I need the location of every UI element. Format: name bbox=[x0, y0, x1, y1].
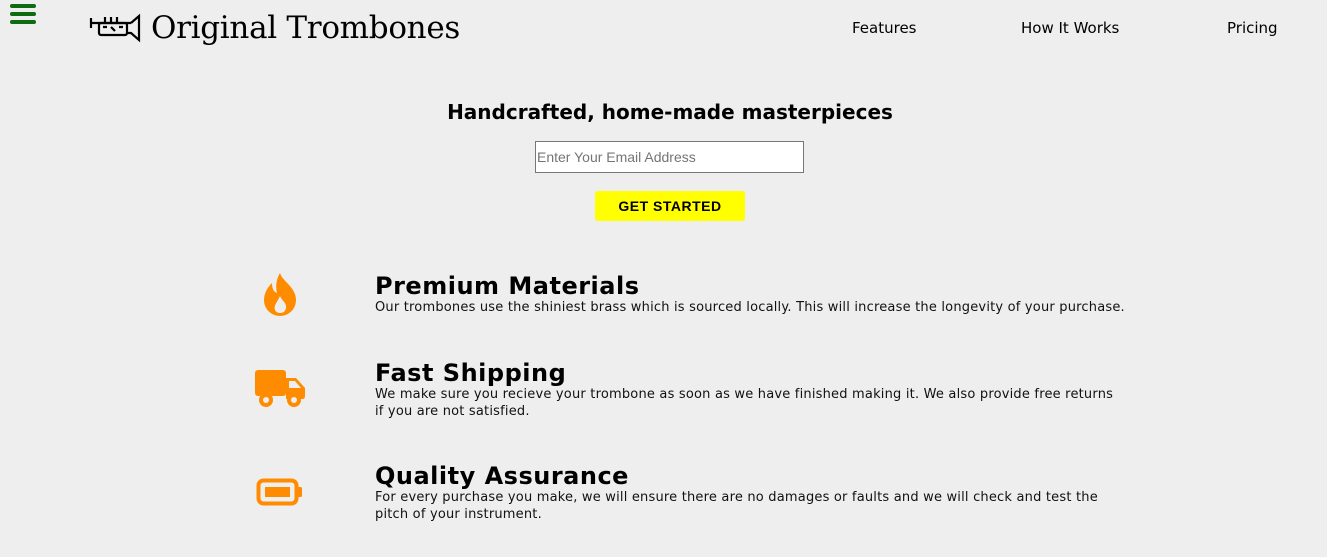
feature-description: For every purchase you make, we will ens… bbox=[375, 490, 1098, 522]
feature-description: We make sure you recieve your trombone a… bbox=[375, 387, 1114, 419]
nav-link-features[interactable]: Features bbox=[852, 19, 917, 37]
hero-title: Handcrafted, home-made masterpieces bbox=[447, 100, 893, 124]
feature-title: Premium Materials bbox=[375, 272, 640, 300]
flame-icon bbox=[250, 269, 310, 319]
page: Original Trombones Features How It Works… bbox=[0, 0, 1327, 557]
feature-title: Quality Assurance bbox=[375, 462, 629, 490]
feature-description: Our trombones use the shiniest brass whi… bbox=[375, 300, 1125, 315]
get-started-button[interactable]: GET STARTED bbox=[595, 191, 745, 221]
truck-icon bbox=[250, 363, 310, 413]
nav-link-how-it-works[interactable]: How It Works bbox=[1021, 19, 1119, 37]
nav-link-pricing[interactable]: Pricing bbox=[1227, 19, 1278, 37]
battery-icon bbox=[250, 467, 310, 517]
main-nav: Features How It Works Pricing bbox=[0, 19, 1327, 39]
email-input[interactable] bbox=[535, 141, 804, 173]
feature-title: Fast Shipping bbox=[375, 359, 567, 387]
